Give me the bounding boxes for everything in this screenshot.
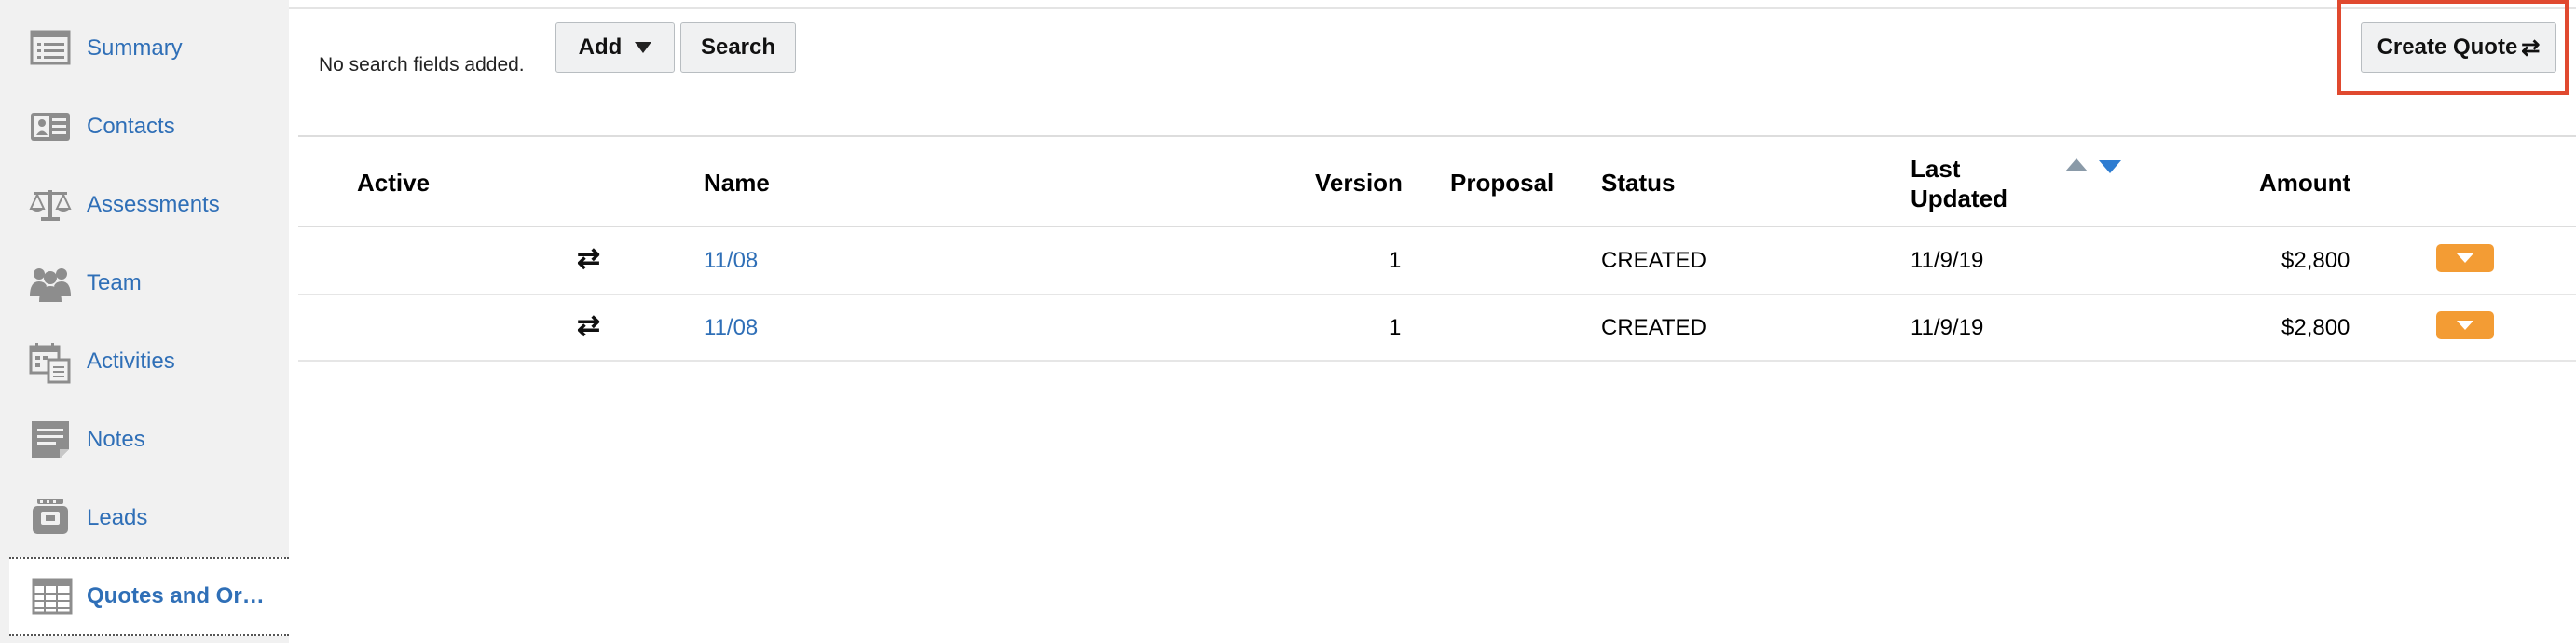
sidebar-item-label: Team [87, 270, 142, 295]
row-actions-button[interactable] [2436, 311, 2494, 339]
sidebar-item-label: Activities [87, 349, 175, 374]
sort-ascending-icon[interactable] [2065, 158, 2088, 171]
sidebar-item-label: Contacts [87, 114, 175, 139]
scales-icon [29, 190, 72, 221]
contact-card-icon [31, 113, 70, 141]
create-quote-button[interactable]: Create Quote ⇄ [2361, 22, 2556, 73]
last-updated-line-1: Last [1911, 155, 1961, 183]
amount-cell: $2,800 [2281, 248, 2350, 273]
sidebar-item-assessments[interactable]: Assessments [0, 166, 289, 244]
sidebar-item-notes[interactable]: Notes [0, 401, 289, 479]
sidebar-item-activities[interactable]: Activities [0, 322, 289, 401]
sidebar-item-label: Quotes and Or… [87, 583, 265, 609]
column-header-proposal[interactable]: Proposal [1450, 169, 1554, 198]
sidebar-item-quotes-and-orders[interactable]: Quotes and Or… [9, 557, 289, 636]
column-header-version[interactable]: Version [1315, 169, 1403, 198]
column-header-last-updated[interactable]: Last Updated [1911, 154, 2007, 213]
swap-arrows-icon: ⇄ [2521, 34, 2541, 61]
row-divider [298, 294, 2576, 295]
header-bottom-divider [298, 226, 2576, 227]
header-top-divider [298, 135, 2576, 137]
column-header-amount[interactable]: Amount [2259, 169, 2350, 198]
sidebar-item-label: Assessments [87, 192, 220, 217]
top-divider [289, 7, 2576, 9]
search-button[interactable]: Search [680, 22, 796, 73]
quotes-table-icon [32, 578, 73, 615]
create-quote-label: Create Quote [2377, 34, 2518, 60]
column-header-name[interactable]: Name [704, 169, 770, 198]
note-icon [32, 421, 69, 458]
caret-down-icon [635, 42, 652, 53]
leads-tray-icon [33, 499, 68, 534]
status-cell: CREATED [1601, 248, 1706, 273]
no-search-fields-text: No search fields added. [319, 54, 525, 75]
search-button-label: Search [700, 34, 776, 60]
quote-name-link[interactable]: 11/08 [704, 315, 758, 341]
last-updated-line-2: Updated [1911, 185, 2007, 212]
quote-name-link[interactable]: 11/08 [704, 248, 758, 274]
calendar-activities-icon [29, 343, 71, 384]
main-content: No search fields added. Add Search [289, 0, 2576, 643]
chevron-down-icon [2457, 253, 2473, 263]
sidebar-item-leads[interactable]: Leads [0, 479, 289, 557]
add-button-label: Add [578, 34, 623, 60]
sidebar-item-summary[interactable]: Summary [0, 9, 289, 88]
sidebar-nav: Summary Contacts Assessments Team Activi… [0, 0, 289, 643]
row-actions-button[interactable] [2436, 244, 2494, 272]
team-people-icon [30, 268, 71, 302]
sidebar-item-label: Leads [87, 505, 148, 530]
swap-arrows-icon: ⇄ [577, 310, 601, 341]
summary-list-icon [30, 30, 71, 65]
last-updated-cell: 11/9/19 [1911, 315, 1984, 340]
sidebar-item-team[interactable]: Team [0, 244, 289, 322]
status-cell: CREATED [1601, 315, 1706, 340]
row-divider [298, 360, 2576, 362]
version-cell: 1 [1389, 248, 1402, 273]
sort-descending-icon[interactable] [2099, 160, 2121, 173]
last-updated-cell: 11/9/19 [1911, 248, 1984, 273]
sidebar-item-contacts[interactable]: Contacts [0, 88, 289, 166]
sidebar-item-label: Notes [87, 427, 145, 452]
column-header-active[interactable]: Active [357, 169, 430, 198]
amount-cell: $2,800 [2281, 315, 2350, 340]
column-header-status[interactable]: Status [1601, 169, 1675, 198]
chevron-down-icon [2457, 321, 2473, 330]
add-search-field-button[interactable]: Add [555, 22, 675, 73]
sidebar-item-label: Summary [87, 35, 183, 61]
swap-arrows-icon: ⇄ [577, 243, 601, 274]
version-cell: 1 [1389, 315, 1402, 340]
